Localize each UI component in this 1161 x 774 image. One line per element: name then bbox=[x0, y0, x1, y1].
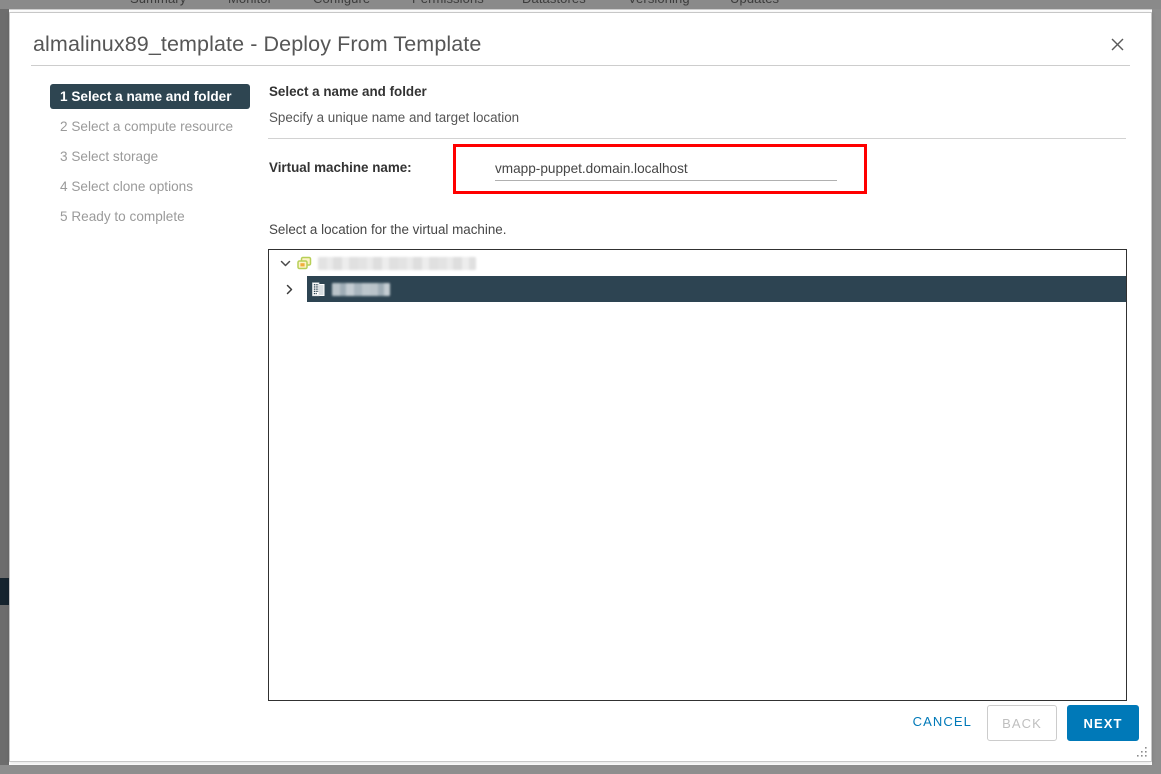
wizard-step-5[interactable]: 5 Ready to complete bbox=[50, 204, 256, 229]
chevron-down-icon[interactable] bbox=[277, 255, 293, 271]
tree-row-label bbox=[318, 256, 476, 270]
background-bottom-rail bbox=[0, 765, 1161, 774]
background-tab-bar: Summary Monitor Configure Permissions Datast… bbox=[0, 0, 1161, 9]
deploy-from-template-dialog: almalinux89_template - Deploy From Templ… bbox=[9, 12, 1152, 762]
background-tab-datastores[interactable]: Datastores bbox=[522, 0, 586, 6]
wizard-step-2[interactable]: 2 Select a compute resource bbox=[50, 114, 256, 139]
location-instruction-label: Select a location for the virtual machin… bbox=[269, 222, 507, 237]
datacenter-icon bbox=[309, 280, 327, 298]
dialog-header: almalinux89_template - Deploy From Templ… bbox=[10, 13, 1151, 66]
background-tab-bar-divider bbox=[0, 9, 1161, 10]
close-icon[interactable] bbox=[1105, 32, 1129, 56]
background-tab-configure[interactable]: Configure bbox=[313, 0, 370, 6]
vm-name-input[interactable] bbox=[495, 158, 837, 181]
back-button[interactable]: BACK bbox=[987, 705, 1057, 741]
background-tab-versioning[interactable]: Versioning bbox=[628, 0, 690, 6]
background-left-accent-marker bbox=[0, 578, 9, 605]
chevron-right-icon[interactable] bbox=[281, 281, 297, 297]
page-title: Select a name and folder bbox=[269, 84, 427, 99]
dialog-body: 1 Select a name and folder 2 Select a com… bbox=[10, 66, 1151, 701]
background-right-rail bbox=[1152, 9, 1161, 774]
wizard-step-1[interactable]: 1 Select a name and folder bbox=[50, 84, 250, 109]
background-tab-monitor[interactable]: Monitor bbox=[228, 0, 272, 6]
dialog-title: almalinux89_template - Deploy From Templ… bbox=[33, 32, 482, 56]
background-tab-permissions[interactable]: Permissions bbox=[412, 0, 484, 6]
wizard-page-content: Select a name and folder Specify a uniqu… bbox=[268, 84, 1127, 701]
vm-name-row: Virtual machine name: bbox=[268, 139, 1126, 201]
background-left-rail bbox=[0, 9, 9, 774]
vcenter-icon bbox=[295, 254, 313, 272]
location-tree[interactable] bbox=[268, 249, 1127, 701]
vm-name-label: Virtual machine name: bbox=[269, 160, 412, 175]
wizard-step-list: 1 Select a name and folder 2 Select a com… bbox=[50, 84, 256, 234]
page-subtitle: Specify a unique name and target locatio… bbox=[269, 110, 520, 125]
next-button[interactable]: NEXT bbox=[1067, 705, 1139, 741]
wizard-step-3[interactable]: 3 Select storage bbox=[50, 144, 256, 169]
dialog-footer: CANCEL BACK NEXT bbox=[10, 685, 1151, 761]
cancel-button[interactable]: CANCEL bbox=[913, 705, 972, 739]
tree-row[interactable] bbox=[269, 250, 1126, 276]
background-tab-summary[interactable]: Summary bbox=[130, 0, 186, 6]
resize-grip-icon[interactable] bbox=[1136, 746, 1148, 758]
tree-row[interactable] bbox=[286, 276, 1126, 302]
wizard-step-4[interactable]: 4 Select clone options bbox=[50, 174, 256, 199]
tree-row-label bbox=[332, 282, 390, 296]
background-tab-updates[interactable]: Updates bbox=[730, 0, 779, 6]
